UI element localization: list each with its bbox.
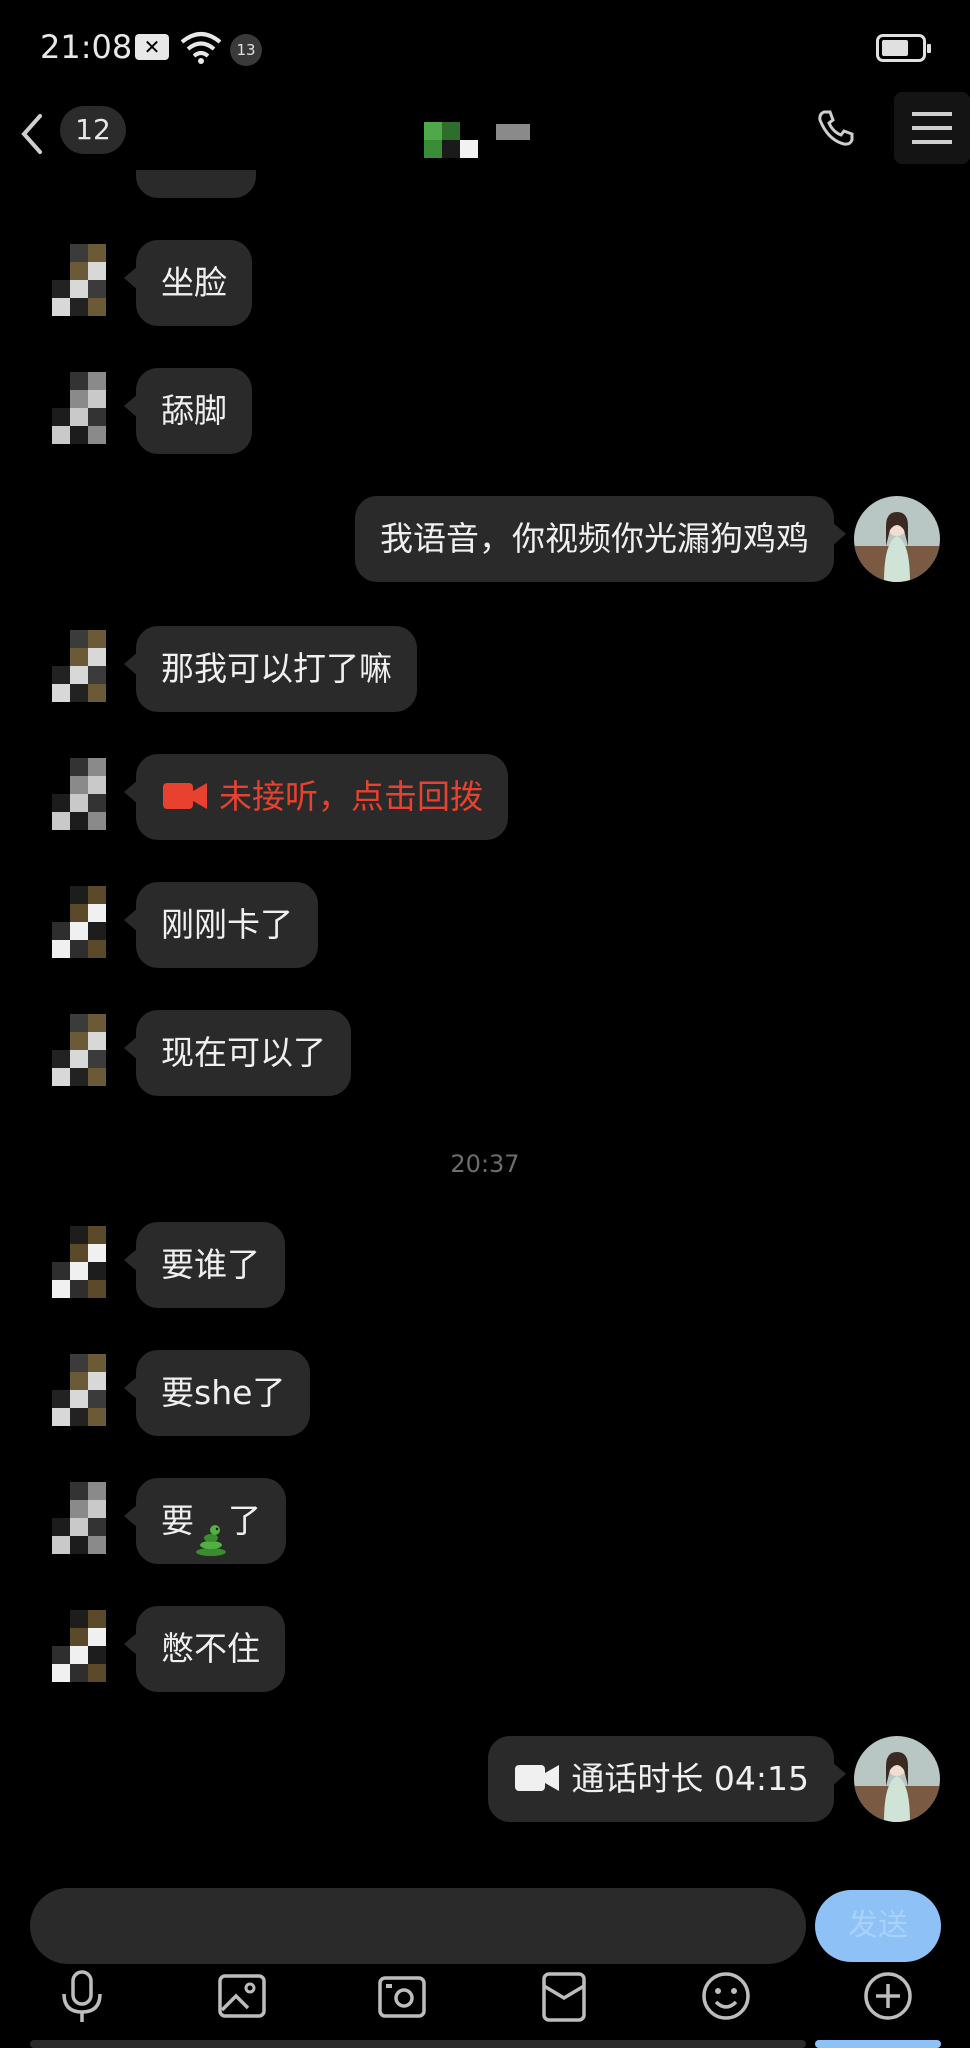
contact-avatar[interactable] xyxy=(40,372,110,452)
message-bubble[interactable]: 我语音，你视频你光漏狗鸡鸡 xyxy=(355,496,846,582)
message-text: 坐脸 xyxy=(161,263,227,302)
menu-button[interactable] xyxy=(894,92,970,164)
message-row: 要she了 xyxy=(0,1350,970,1440)
message-text: 刚刚卡了 xyxy=(161,905,293,944)
bottom-strip xyxy=(30,2040,806,2048)
message-text: 舔脚 xyxy=(161,391,227,430)
message-bubble[interactable]: 刚刚卡了 xyxy=(124,882,318,968)
contact-avatar[interactable] xyxy=(40,244,110,324)
contact-avatar[interactable] xyxy=(40,1482,110,1562)
plus-icon[interactable] xyxy=(860,1966,916,2026)
message-bubble[interactable]: 现在可以了 xyxy=(124,1010,351,1096)
contact-avatar[interactable] xyxy=(40,1014,110,1094)
message-bubble[interactable]: 通话时长 04:15 xyxy=(488,1736,846,1822)
message-row: 坐脸 xyxy=(0,240,970,330)
bottom-strip-send xyxy=(815,2040,941,2048)
input-toolbar xyxy=(0,1966,970,2048)
unread-count-badge[interactable]: 12 xyxy=(60,106,126,154)
message-row: 要谁了 xyxy=(0,1222,970,1312)
message-text: 憋不住 xyxy=(161,1629,260,1668)
message-bubble[interactable]: 憋不住 xyxy=(124,1606,285,1692)
call-duration-text: 通话时长 04:15 xyxy=(571,1759,809,1798)
message-bubble[interactable]: 舔脚 xyxy=(124,368,252,454)
wifi-icon xyxy=(180,32,222,64)
hamburger-menu-icon xyxy=(912,112,952,144)
message-bubble[interactable]: 未接听，点击回拨 xyxy=(124,754,508,840)
status-time: 21:08 xyxy=(40,28,133,66)
status-bar: 21:08 ✕ 13 xyxy=(0,0,970,96)
time-separator: 20:37 xyxy=(450,1150,520,1178)
my-avatar[interactable] xyxy=(854,496,940,582)
message-bubble[interactable]: 要谁了 xyxy=(124,1222,285,1308)
message-text: 要 xyxy=(161,1501,194,1540)
message-bubble[interactable]: 坐脸 xyxy=(124,240,252,326)
message-row: 未接听，点击回拨 xyxy=(0,754,970,844)
message-text: 了 xyxy=(228,1501,261,1540)
image-icon[interactable] xyxy=(214,1966,270,2026)
camera-icon[interactable] xyxy=(374,1966,430,2026)
message-text: 现在可以了 xyxy=(161,1033,326,1072)
notification-close-icon: ✕ xyxy=(135,34,169,60)
contact-avatar[interactable] xyxy=(40,886,110,966)
contact-name-mosaic xyxy=(424,122,530,158)
message-text: 我语音，你视频你光漏狗鸡鸡 xyxy=(380,519,809,558)
emoji-icon[interactable] xyxy=(698,1966,754,2026)
message-row: 舔脚 xyxy=(0,368,970,458)
battery-icon xyxy=(876,34,931,62)
message-bubble[interactable]: 那我可以打了嘛 xyxy=(124,626,417,712)
contact-avatar[interactable] xyxy=(40,630,110,710)
phone-call-icon[interactable] xyxy=(816,108,856,148)
message-row: 现在可以了 xyxy=(0,1010,970,1100)
notification-count-badge: 13 xyxy=(230,34,262,66)
my-avatar[interactable] xyxy=(854,1736,940,1822)
send-button[interactable]: 发送 xyxy=(815,1890,941,1962)
missed-call-text: 未接听，点击回拨 xyxy=(219,777,483,816)
missed-video-call-icon xyxy=(163,782,207,809)
message-row: 我语音，你视频你光漏狗鸡鸡 xyxy=(0,496,970,586)
message-row: 通话时长 04:15 xyxy=(0,1736,970,1826)
message-bubble[interactable]: 要she了 xyxy=(123,1350,311,1436)
contact-avatar[interactable] xyxy=(40,758,110,838)
message-row: 那我可以打了嘛 xyxy=(0,626,970,716)
contact-avatar[interactable] xyxy=(40,1354,110,1434)
contact-avatar[interactable] xyxy=(40,1610,110,1690)
video-call-icon xyxy=(515,1764,560,1791)
message-row: 刚刚卡了 xyxy=(0,882,970,972)
message-text: 要she了 xyxy=(161,1373,286,1412)
message-text: 要谁了 xyxy=(161,1245,260,1284)
back-arrow-icon[interactable] xyxy=(12,108,52,160)
microphone-icon[interactable] xyxy=(54,1966,110,2026)
message-input[interactable] xyxy=(30,1888,806,1964)
red-packet-icon[interactable] xyxy=(536,1966,592,2026)
message-row: 要了 xyxy=(0,1478,970,1568)
partial-message-bubble xyxy=(136,170,256,198)
contact-avatar[interactable] xyxy=(40,1226,110,1306)
message-bubble[interactable]: 要了 xyxy=(124,1478,286,1564)
message-row: 憋不住 xyxy=(0,1606,970,1696)
snake-emoji-icon xyxy=(194,1503,228,1556)
message-text: 那我可以打了嘛 xyxy=(161,649,392,688)
